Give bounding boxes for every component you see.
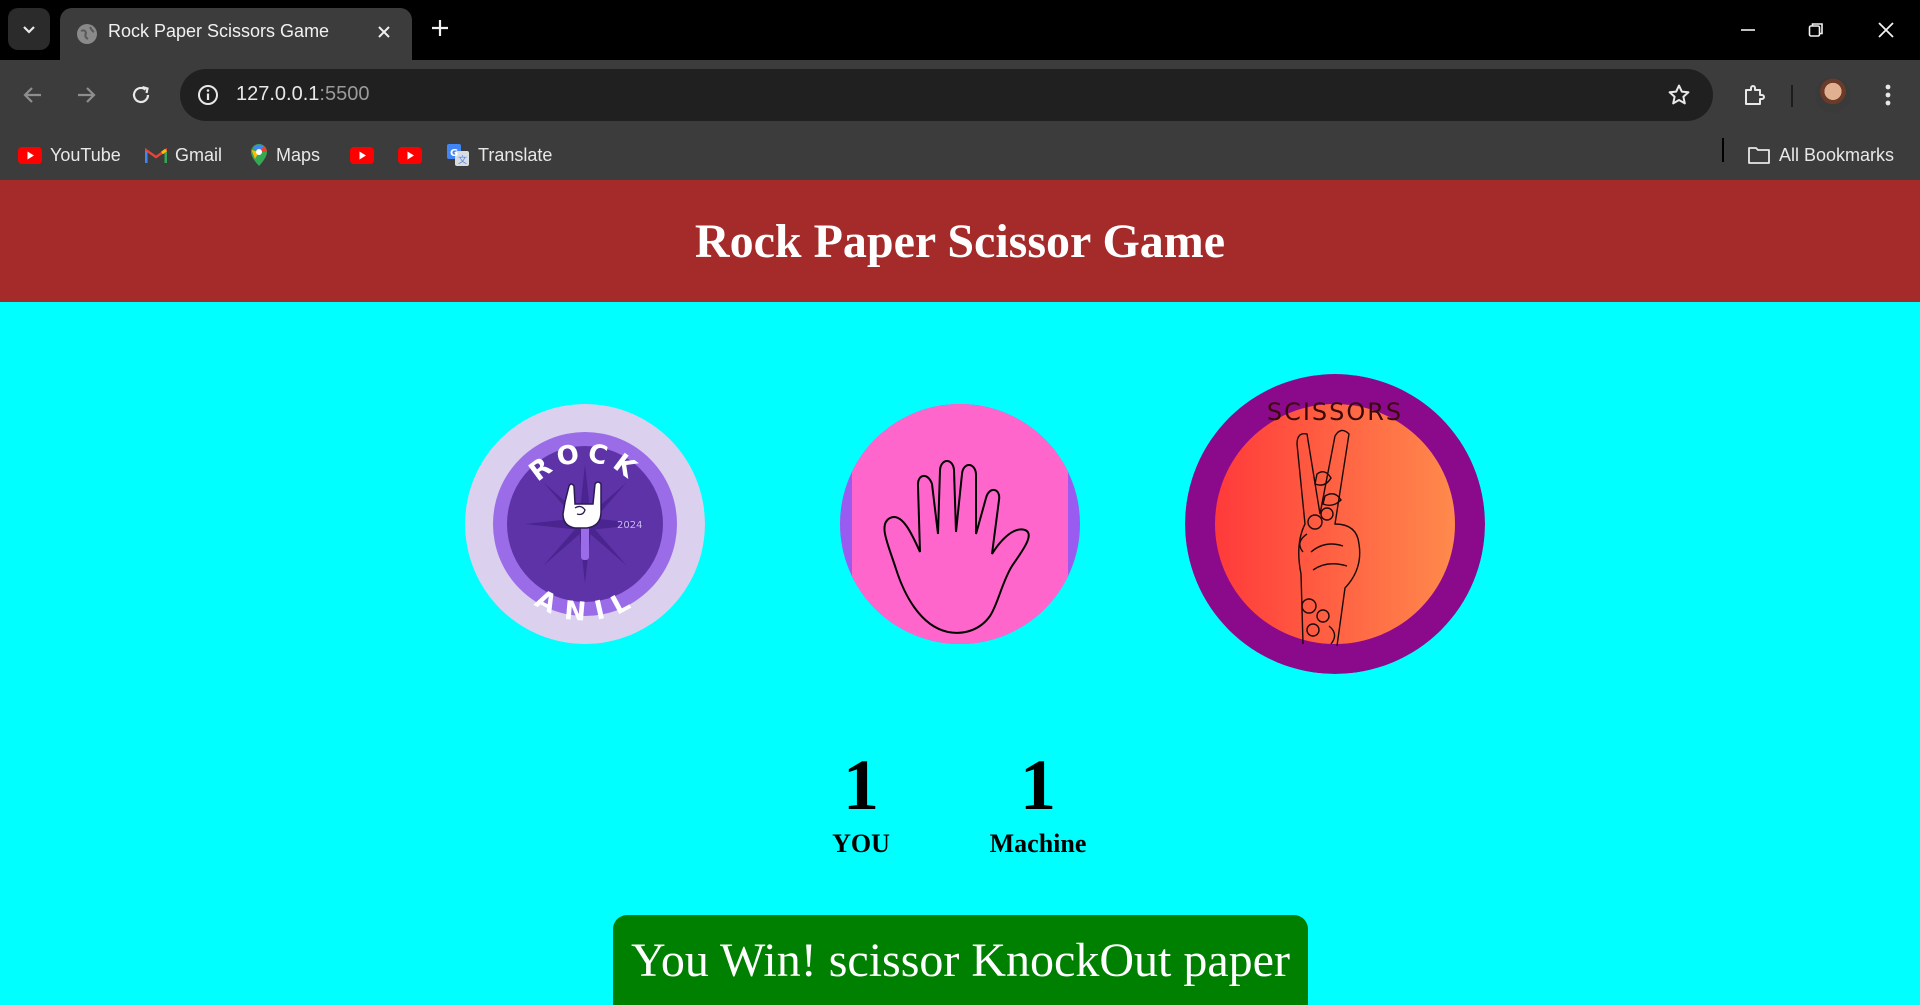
tab-close-button[interactable] — [370, 18, 398, 46]
bookmark-label: Gmail — [175, 144, 223, 165]
close-icon — [378, 26, 390, 38]
result-message: You Win! scissor KnockOut paper — [613, 915, 1308, 1005]
browser-toolbar: 127.0.0.1:5500 — [0, 60, 1920, 130]
star-icon — [1668, 84, 1690, 105]
bookmark-label: Translate — [478, 144, 553, 165]
bookmark-youtube-2[interactable] — [350, 138, 374, 172]
translate-icon: G文 — [447, 144, 469, 166]
maps-pin-icon — [251, 144, 267, 166]
all-bookmarks-label: All Bookmarks — [1779, 144, 1895, 165]
user-score: 1 YOU — [781, 745, 941, 861]
info-icon — [198, 85, 218, 105]
reload-icon — [132, 85, 150, 104]
page-title: Rock Paper Scissor Game — [694, 214, 1226, 268]
close-icon — [1878, 22, 1894, 38]
scissors-badge-text: SCISSORS — [1267, 398, 1403, 426]
profile-avatar[interactable] — [1815, 77, 1851, 113]
extensions-button[interactable] — [1734, 75, 1774, 115]
scissors-choice[interactable]: SCISSORS — [1185, 374, 1485, 674]
rock-badge-image: ROCK ANIL 2024 — [465, 404, 705, 644]
arrow-right-icon — [78, 87, 96, 103]
bookmarks-divider — [1722, 138, 1724, 162]
machine-score-value: 1 — [1020, 745, 1056, 825]
forward-button[interactable] — [66, 75, 106, 115]
scissors-badge-image: SCISSORS — [1185, 374, 1485, 674]
bookmark-label: YouTube — [50, 144, 121, 165]
bookmark-label: Maps — [276, 144, 321, 165]
browser-tab[interactable]: Rock Paper Scissors Game — [60, 8, 412, 60]
machine-score-label: Machine — [989, 829, 1087, 858]
user-score-value: 1 — [843, 745, 879, 825]
all-bookmarks-button[interactable]: All Bookmarks — [1747, 138, 1894, 172]
puzzle-icon — [1745, 85, 1765, 105]
tab-search-button[interactable] — [8, 8, 50, 50]
folder-icon — [1748, 147, 1770, 164]
close-window-button[interactable] — [1864, 8, 1908, 52]
tab-title: Rock Paper Scissors Game — [108, 21, 330, 41]
youtube-icon — [18, 146, 42, 164]
plus-icon — [432, 20, 448, 36]
back-button[interactable] — [13, 75, 53, 115]
tab-strip: Rock Paper Scissors Game — [0, 0, 1920, 60]
svg-text:G: G — [450, 148, 458, 159]
youtube-icon — [398, 146, 422, 164]
toolbar-divider — [1791, 85, 1793, 107]
rock-badge-year: 2024 — [617, 520, 642, 531]
minimize-button[interactable] — [1726, 8, 1770, 52]
youtube-icon — [350, 146, 374, 164]
arrow-left-icon — [23, 87, 41, 103]
bookmark-youtube-3[interactable] — [398, 138, 422, 172]
restore-icon — [1808, 23, 1823, 37]
bookmark-maps[interactable]: Maps — [250, 138, 320, 172]
bookmark-gmail[interactable]: Gmail — [145, 138, 222, 172]
svg-text:文: 文 — [458, 154, 467, 166]
page-header: Rock Paper Scissor Game — [0, 180, 1920, 302]
paper-choice[interactable] — [840, 404, 1080, 644]
site-info-button[interactable] — [192, 79, 224, 111]
url-host: 127.0.0.1 — [236, 83, 320, 105]
bookmark-youtube[interactable]: YouTube — [18, 138, 121, 172]
user-score-label: YOU — [832, 829, 890, 858]
minimize-icon — [1741, 29, 1755, 31]
bookmarks-bar: YouTube Gmail Maps G文 Translate All Book… — [0, 130, 1920, 180]
new-tab-button[interactable] — [424, 12, 456, 44]
address-bar[interactable]: 127.0.0.1:5500 — [180, 69, 1713, 121]
paper-hand-image — [840, 404, 1080, 644]
rock-choice[interactable]: ROCK ANIL 2024 — [465, 404, 705, 644]
browser-menu-button[interactable] — [1868, 75, 1908, 115]
chevron-down-icon — [23, 26, 35, 34]
restore-button[interactable] — [1794, 8, 1838, 52]
gmail-icon — [145, 147, 167, 163]
url-port: :5500 — [319, 83, 370, 105]
bookmark-star-button[interactable] — [1663, 79, 1695, 111]
machine-score: 1 Machine — [958, 745, 1118, 861]
more-vertical-icon — [1885, 84, 1891, 106]
bookmark-translate[interactable]: G文 Translate — [446, 138, 552, 172]
globe-icon — [77, 24, 97, 44]
url-text: 127.0.0.1:5500 — [236, 83, 369, 106]
reload-button[interactable] — [121, 75, 161, 115]
